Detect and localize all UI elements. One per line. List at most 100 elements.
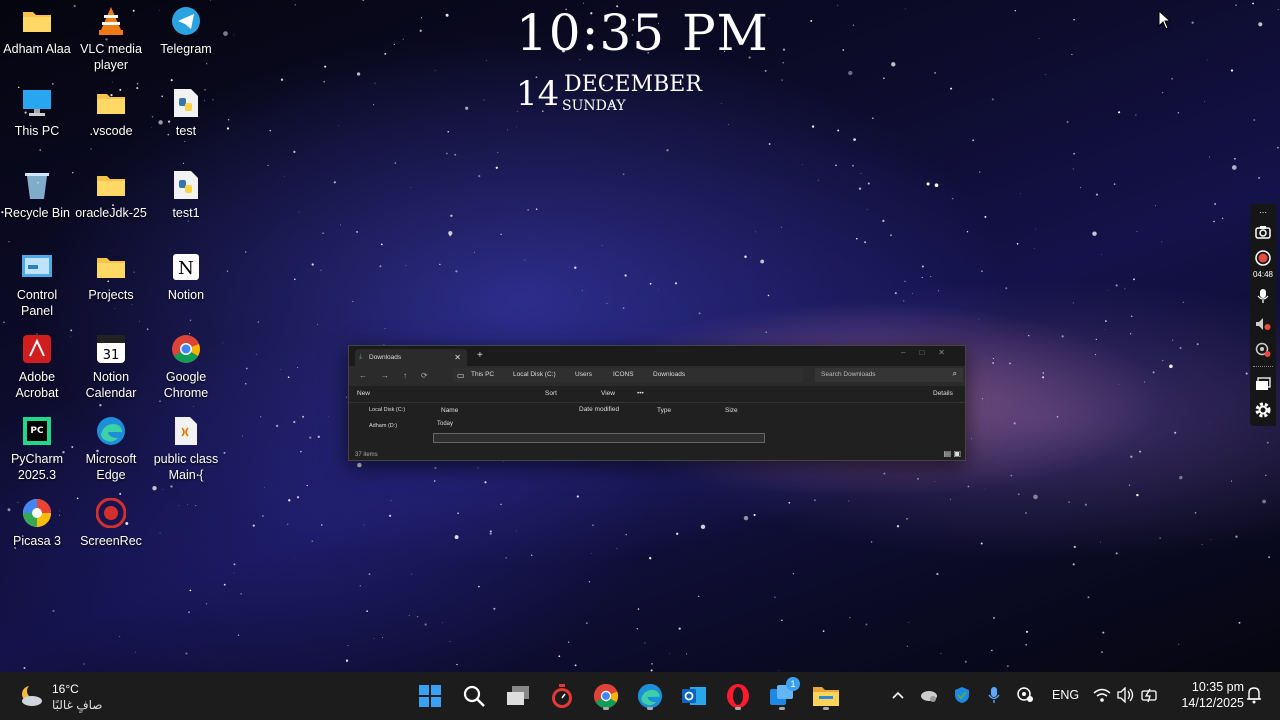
settings-gear-icon[interactable]	[1253, 400, 1273, 420]
view-toggle[interactable]: ▤ ▣	[944, 449, 961, 458]
desktop-icon-label: This PC	[14, 124, 60, 138]
desktop-icon[interactable]: N Notion	[149, 251, 223, 303]
battery-charging-icon[interactable]	[1141, 687, 1159, 703]
folder-icon	[95, 251, 127, 283]
desktop-icon[interactable]: Google Chrome	[149, 333, 223, 401]
desktop-icon[interactable]: Adham Alaa	[0, 5, 74, 57]
more-icon[interactable]: ⋯	[1253, 206, 1273, 218]
task-view-icon[interactable]	[502, 680, 534, 712]
microphone-icon[interactable]	[1253, 286, 1273, 306]
close-tab-icon[interactable]: ✕	[454, 353, 461, 362]
breadcrumb-item[interactable]: Users	[575, 371, 592, 378]
nav-item[interactable]: Adham (D:)	[369, 423, 397, 429]
desktop-icon[interactable]: PC PyCharm 2025.3	[0, 415, 74, 483]
breadcrumb[interactable]: ▭ This PC Local Disk (C:) Users ICONS Do…	[453, 368, 803, 382]
desktop-icon[interactable]: This PC	[0, 87, 74, 139]
mouse-cursor-icon	[1158, 10, 1172, 30]
wifi-icon[interactable]	[1093, 687, 1111, 703]
record-icon[interactable]	[1253, 248, 1273, 268]
recycle-bin-icon	[21, 169, 53, 201]
desktop-icon[interactable]: public class Main {	[149, 415, 223, 483]
file-explorer-window[interactable]: ⤓ Downloads ✕ + –□✕ ←→↑⟳ ▭ This PC Local…	[348, 345, 966, 461]
clock-weekday: SUNDAY	[562, 98, 626, 114]
breadcrumb-item[interactable]: Downloads	[653, 371, 685, 378]
folder-icon	[95, 87, 127, 119]
desktop-icon[interactable]: Recycle Bin	[0, 169, 74, 221]
explorer-tab[interactable]: ⤓ Downloads ✕	[355, 349, 467, 366]
desktop-icon[interactable]: Telegram	[149, 5, 223, 57]
desktop-icon-label: Control Panel	[16, 288, 58, 318]
breadcrumb-item[interactable]: This PC	[471, 371, 494, 378]
file-explorer-icon[interactable]	[810, 680, 842, 712]
vlc-icon	[95, 5, 127, 37]
desktop-icon[interactable]: .vscode	[74, 87, 148, 139]
nav-buttons[interactable]: ←→↑⟳	[359, 371, 442, 380]
window-controls[interactable]: –□✕	[901, 348, 959, 357]
onedrive-icon[interactable]	[920, 688, 938, 702]
notion-icon: N	[170, 251, 202, 283]
more-button[interactable]: •••	[637, 390, 644, 397]
desktop-icon[interactable]: Adobe Acrobat	[0, 333, 74, 401]
desktop-icon[interactable]: Projects	[74, 251, 148, 303]
column-header[interactable]: Name	[441, 407, 458, 414]
details-button[interactable]: Details	[933, 390, 953, 397]
explorer-search[interactable]: Search Downloads ⌕	[815, 368, 963, 382]
language-indicator[interactable]: ENG	[1052, 688, 1079, 702]
stopwatch-icon[interactable]	[546, 680, 578, 712]
edge-icon[interactable]	[634, 680, 666, 712]
new-tab-icon[interactable]: +	[477, 350, 483, 361]
speaker-muted-icon[interactable]	[1253, 314, 1273, 334]
clock-widget: 10:35 PM 14 DECEMBER SUNDAY	[516, 4, 769, 114]
desktop-icon[interactable]: Picasa 3	[0, 497, 74, 549]
desktop-icon-label: Notion Calendar	[85, 370, 137, 400]
notification-icon[interactable]	[1246, 686, 1262, 704]
file-row[interactable]	[433, 433, 765, 443]
search-icon[interactable]	[458, 680, 490, 712]
chat-icon[interactable]: 1	[766, 677, 800, 712]
column-header[interactable]: Date modified	[579, 406, 619, 413]
system-clock[interactable]: 10:35 pm 14/12/2025	[1170, 680, 1244, 710]
gallery-icon[interactable]	[1253, 374, 1273, 394]
divider	[1253, 366, 1273, 367]
desktop-icon[interactable]: Control Panel	[0, 251, 74, 319]
weather-widget[interactable]: 16°C صافٍ غالبًا	[16, 678, 126, 714]
desktop-icon-label: oracleJdk-25	[75, 206, 147, 220]
desktop-icon[interactable]: VLC media player	[74, 5, 148, 73]
desktop-icon-label: Adobe Acrobat	[15, 370, 59, 400]
microphone-tray-icon[interactable]	[988, 686, 1000, 704]
opera-icon[interactable]	[722, 680, 754, 712]
desktop-icon[interactable]: ScreenRec	[74, 497, 148, 549]
python-file-icon	[170, 169, 202, 201]
nav-item[interactable]: Local Disk (C:)	[369, 407, 405, 413]
desktop-icon[interactable]: test	[149, 87, 223, 139]
desktop-icon[interactable]: oracleJdk-25	[74, 169, 148, 221]
desktop-icon-label: Notion	[167, 288, 205, 302]
running-indicator	[603, 707, 609, 710]
download-icon: ⤓	[359, 353, 363, 360]
camera-icon[interactable]	[1253, 222, 1273, 242]
volume-icon[interactable]	[1117, 687, 1135, 703]
taskbar: 16°C صافٍ غالبًا 1 ENG 10:35 pm 14/12/20…	[0, 672, 1280, 720]
start-icon[interactable]	[414, 680, 446, 712]
breadcrumb-item[interactable]: ICONS	[613, 371, 634, 378]
desktop-icon-label: test1	[172, 206, 200, 220]
column-header[interactable]: Size	[725, 407, 738, 414]
outlook-icon[interactable]	[678, 680, 710, 712]
desktop-icon[interactable]: 31 Notion Calendar	[74, 333, 148, 401]
webcam-off-icon[interactable]	[1253, 340, 1273, 360]
chevron-up-icon[interactable]	[892, 690, 904, 700]
explorer-toolbar: New Sort View ••• Details	[349, 386, 965, 403]
desktop-icon-label: public class Main {	[153, 452, 219, 482]
column-header[interactable]: Type	[657, 407, 671, 414]
sort-button[interactable]: Sort	[545, 390, 557, 397]
svg-text:PC: PC	[30, 426, 44, 436]
location-settings-icon[interactable]	[1016, 686, 1034, 704]
chrome-icon[interactable]	[590, 680, 622, 712]
desktop-icon[interactable]: test1	[149, 169, 223, 221]
desktop-icon[interactable]: Microsoft Edge	[74, 415, 148, 483]
new-button[interactable]: New	[357, 390, 370, 397]
security-shield-icon[interactable]	[954, 686, 970, 704]
desktop-icon-label: ScreenRec	[80, 534, 142, 548]
breadcrumb-item[interactable]: Local Disk (C:)	[513, 371, 556, 378]
view-button[interactable]: View	[601, 390, 615, 397]
